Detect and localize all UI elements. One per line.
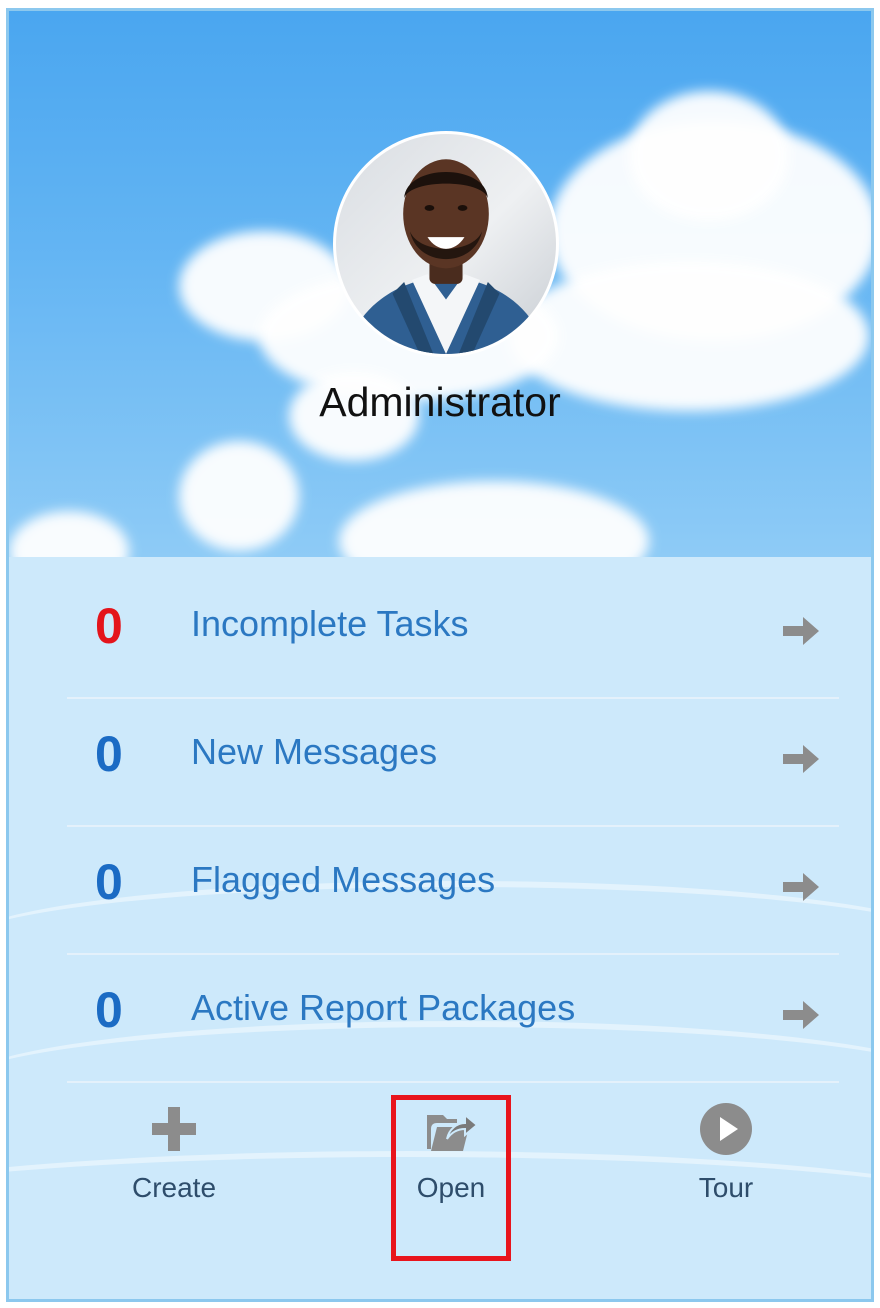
row-flagged-messages[interactable]: 0 Flagged Messages [67,827,839,955]
flagged-messages-label[interactable]: Flagged Messages [191,859,495,901]
row-active-report-packages[interactable]: 0 Active Report Packages [67,955,839,1083]
open-highlight-box [391,1095,511,1261]
arrow-right-icon[interactable] [781,611,821,651]
new-messages-count: 0 [95,726,123,782]
arrow-right-icon[interactable] [781,867,821,907]
play-circle-icon [700,1103,752,1155]
create-label: Create [131,1172,217,1203]
stats-list: 0 Incomplete Tasks 0 New Messages 0 Flag… [9,571,871,1083]
row-incomplete-tasks[interactable]: 0 Incomplete Tasks [67,571,839,699]
incomplete-tasks-label[interactable]: Incomplete Tasks [191,603,468,645]
avatar[interactable] [333,131,559,357]
create-button[interactable]: Create [109,1101,239,1204]
arrow-right-icon[interactable] [781,739,821,779]
tour-button[interactable]: Tour [661,1101,791,1204]
avatar-photo [345,159,547,354]
incomplete-tasks-count: 0 [95,598,123,654]
plus-icon [152,1107,196,1151]
active-report-packages-label[interactable]: Active Report Packages [191,987,575,1029]
active-report-packages-count: 0 [95,982,123,1038]
tour-label: Tour [698,1172,754,1203]
user-name: Administrator [319,379,561,425]
profile-header: Administrator [9,11,871,557]
new-messages-label[interactable]: New Messages [191,731,437,773]
arrow-right-icon[interactable] [781,995,821,1035]
row-new-messages[interactable]: 0 New Messages [67,699,839,827]
flagged-messages-count: 0 [95,854,123,910]
welcome-panel: Administrator 0 Incomplete Tasks 0 New M… [6,8,874,1302]
